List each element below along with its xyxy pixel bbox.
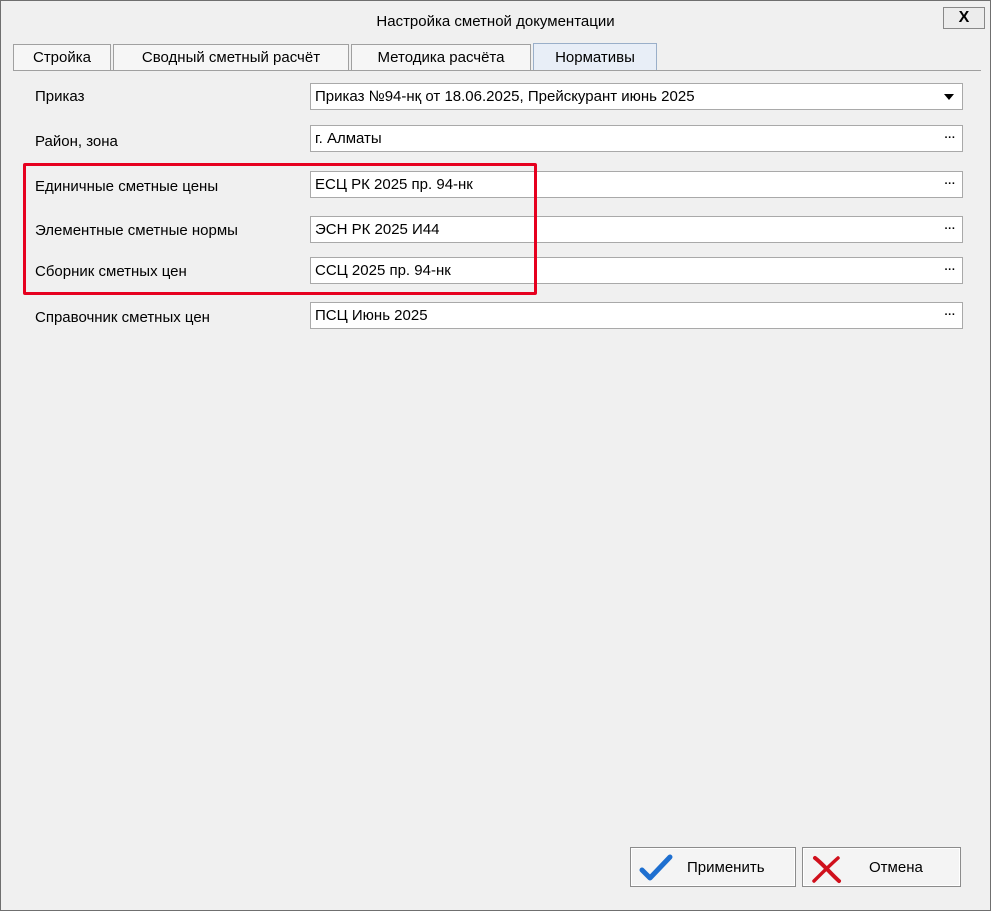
psc-value: ПСЦ Июнь 2025	[315, 307, 428, 324]
checkmark-icon	[639, 854, 673, 881]
prikaz-dropdown[interactable]: Приказ №94-нқ от 18.06.2025, Прейскурант…	[310, 83, 963, 110]
rayon-field[interactable]: г. Алматы ···	[310, 125, 963, 152]
rayon-value: г. Алматы	[315, 130, 382, 147]
tab-svodny-raschet[interactable]: Сводный сметный расчёт	[113, 44, 349, 70]
tab-metodika[interactable]: Методика расчёта	[351, 44, 531, 70]
psc-label: Справочник сметных цен	[35, 309, 210, 326]
cancel-label: Отмена	[869, 859, 923, 876]
esc-browse-button[interactable]: ···	[942, 175, 958, 193]
close-icon: X	[958, 9, 970, 26]
prikaz-label: Приказ	[35, 88, 85, 105]
chevron-down-icon[interactable]	[944, 94, 954, 100]
cancel-button[interactable]: Отмена	[802, 847, 961, 887]
close-button[interactable]: X	[943, 7, 985, 29]
rayon-label: Район, зона	[35, 133, 118, 150]
tab-normativy[interactable]: Нормативы	[533, 43, 657, 71]
esn-browse-button[interactable]: ···	[942, 220, 958, 238]
apply-button[interactable]: Применить	[630, 847, 796, 887]
title-bar: Настройка сметной документации X	[1, 1, 990, 39]
prikaz-value: Приказ №94-нқ от 18.06.2025, Прейскурант…	[315, 88, 695, 105]
highlight-box	[23, 163, 537, 295]
tab-stroyka[interactable]: Стройка	[13, 44, 111, 70]
apply-label: Применить	[687, 859, 765, 876]
window-title: Настройка сметной документации	[376, 13, 615, 30]
psc-field[interactable]: ПСЦ Июнь 2025 ···	[310, 302, 963, 329]
ssc-browse-button[interactable]: ···	[942, 261, 958, 279]
settings-dialog: Настройка сметной документации X Стройка…	[0, 0, 991, 911]
rayon-browse-button[interactable]: ···	[942, 129, 958, 147]
psc-browse-button[interactable]: ···	[942, 306, 958, 324]
cross-icon	[812, 856, 841, 883]
